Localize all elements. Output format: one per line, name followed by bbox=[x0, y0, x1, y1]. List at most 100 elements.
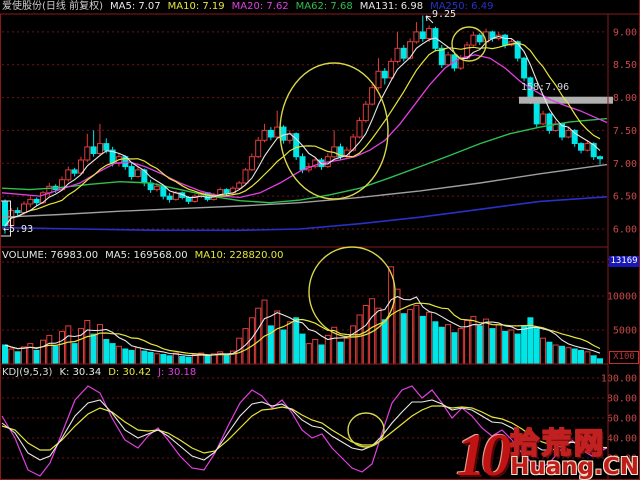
candle bbox=[255, 139, 262, 158]
legend-item: K: 30.34 bbox=[59, 367, 102, 378]
volume-bar bbox=[248, 317, 255, 365]
candle bbox=[78, 159, 84, 174]
volume-bar bbox=[84, 320, 91, 365]
volume-bar bbox=[166, 355, 173, 365]
volume-bar bbox=[565, 347, 572, 365]
axis-tick-label: 7.50 bbox=[613, 126, 637, 137]
volume-bar bbox=[400, 313, 407, 365]
candle bbox=[65, 169, 72, 181]
axis-tick-label: 8.50 bbox=[613, 60, 637, 71]
candle bbox=[362, 103, 369, 122]
legend-item: MA62: 7.68 bbox=[295, 1, 353, 12]
volume-bar bbox=[350, 325, 357, 365]
volume-bar bbox=[407, 309, 414, 365]
candle bbox=[502, 34, 509, 46]
volume-bar bbox=[590, 355, 597, 365]
volume-bar bbox=[578, 349, 584, 365]
volume-bar bbox=[445, 324, 452, 365]
volume-bar bbox=[559, 345, 565, 365]
candle bbox=[166, 195, 173, 200]
legend-item: MA10: 228820.00 bbox=[194, 250, 284, 261]
volume-bar bbox=[21, 346, 27, 365]
volume-bar bbox=[261, 299, 268, 365]
volume-bar bbox=[179, 356, 186, 365]
volume-bar bbox=[502, 330, 509, 365]
candle bbox=[400, 47, 407, 59]
volume-bar bbox=[59, 330, 65, 365]
chart-title: 爱使股份(日线 前复权) bbox=[2, 1, 103, 12]
volume-bar bbox=[337, 341, 344, 365]
candle bbox=[578, 143, 584, 151]
candle bbox=[274, 126, 281, 138]
candle bbox=[21, 203, 27, 213]
candle bbox=[248, 156, 255, 171]
volume-bar bbox=[426, 311, 433, 365]
chart-canvas[interactable]: 9.008.508.007.507.006.506.00150001000050… bbox=[0, 0, 640, 480]
candle bbox=[426, 28, 433, 39]
candle bbox=[419, 31, 426, 39]
axis-tick-label: 9.00 bbox=[613, 27, 637, 38]
volume-bar bbox=[128, 349, 135, 365]
candle bbox=[27, 198, 34, 205]
bar-price-annotation: 158:7.96 bbox=[521, 82, 570, 93]
candle bbox=[267, 129, 274, 138]
volume-bar bbox=[255, 307, 262, 365]
volume-bar bbox=[40, 339, 46, 365]
volume-bar bbox=[141, 350, 148, 365]
volume-bar bbox=[597, 358, 603, 365]
volume-bars bbox=[2, 266, 603, 365]
high-price-annotation: 9.25 bbox=[432, 9, 457, 20]
volume-bar bbox=[413, 305, 420, 365]
candle bbox=[584, 143, 591, 151]
volume-bar bbox=[483, 318, 490, 365]
volume-bar bbox=[451, 332, 458, 365]
volume-bar bbox=[514, 333, 521, 365]
low-price-annotation: ←5.93 bbox=[3, 224, 34, 235]
volume-bar bbox=[571, 348, 578, 365]
volume-bar bbox=[293, 317, 300, 365]
candle bbox=[445, 54, 452, 66]
volume-bar bbox=[286, 321, 293, 365]
volume-bar bbox=[394, 288, 401, 365]
watermark-number: 10 bbox=[456, 422, 511, 480]
volume-bar bbox=[274, 310, 281, 365]
candle bbox=[388, 60, 395, 79]
volume-bar bbox=[134, 347, 141, 365]
volume-bar bbox=[2, 344, 8, 365]
stock-chart-app: 9.008.508.007.507.006.506.00150001000050… bbox=[0, 0, 640, 480]
candle bbox=[521, 57, 528, 79]
legend-item: MA131: 6.98 bbox=[359, 1, 424, 12]
volume-header: VOLUME: 76983.00 MA5: 169568.00 MA10: 2288… bbox=[2, 249, 283, 262]
volume-bar bbox=[533, 328, 540, 365]
main-chart-header: 爱使股份(日线 前复权) MA5: 7.07 MA10: 7.19 MA20: 7.6… bbox=[2, 0, 493, 13]
legend-item: MA10: 7.19 bbox=[167, 1, 225, 12]
legend-item: J: 30.18 bbox=[158, 367, 197, 378]
candle bbox=[236, 182, 243, 189]
volume-bar bbox=[318, 344, 325, 365]
candle bbox=[476, 34, 483, 43]
candle bbox=[71, 169, 78, 174]
volume-unit-badge: X100 bbox=[609, 351, 639, 364]
volume-bar bbox=[508, 329, 515, 365]
candle bbox=[394, 47, 401, 62]
axis-tick-label: 5000 bbox=[613, 326, 637, 337]
candle bbox=[299, 156, 306, 171]
volume-bar bbox=[52, 345, 59, 365]
candle bbox=[375, 70, 382, 89]
ma-lines bbox=[1, 35, 608, 232]
candle bbox=[84, 146, 91, 161]
volume-bar bbox=[204, 355, 211, 365]
volume-cursor-badge: 13169 bbox=[609, 256, 639, 267]
candle bbox=[97, 143, 103, 155]
watermark-domain: Huang.CN bbox=[510, 454, 639, 480]
volume-bar bbox=[489, 328, 496, 365]
volume-bar bbox=[521, 325, 528, 365]
candle bbox=[185, 196, 192, 202]
volume-bar bbox=[432, 321, 439, 365]
gridlines bbox=[2, 31, 607, 459]
axis-tick-label: 6.00 bbox=[613, 224, 637, 235]
candle bbox=[470, 34, 477, 46]
candle bbox=[223, 189, 230, 194]
volume-bar bbox=[476, 325, 483, 365]
candle bbox=[565, 129, 572, 138]
